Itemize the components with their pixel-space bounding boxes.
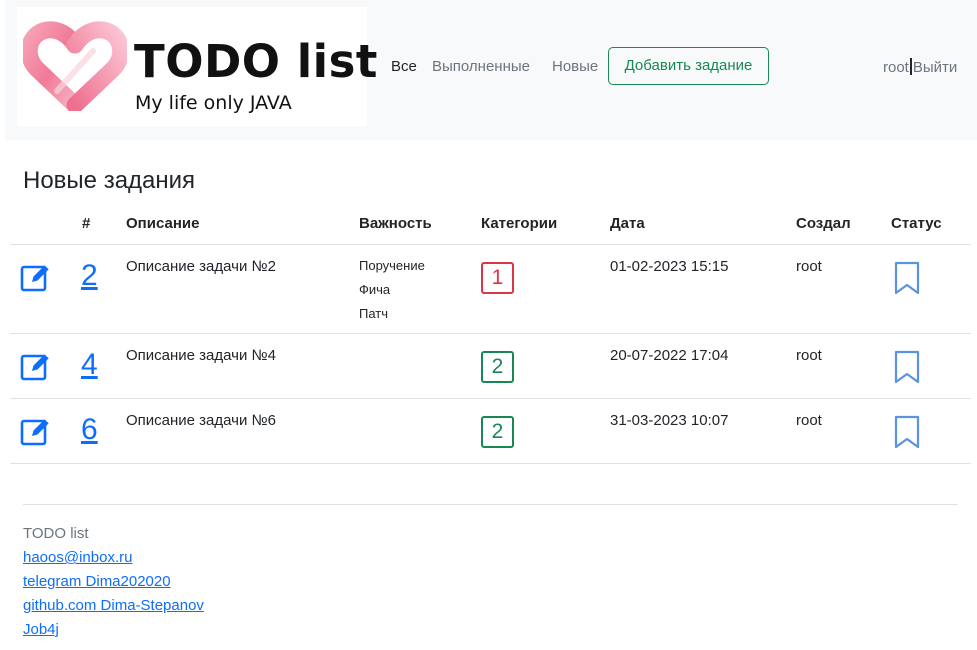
col-header-status: Статус — [891, 215, 942, 232]
category-badge: 2 — [481, 416, 514, 448]
footer-divider — [23, 504, 958, 505]
task-creator: root — [796, 412, 822, 429]
priority-item: Фича — [359, 282, 391, 297]
navbar: TODO list My life only JAVA Все Выполнен… — [5, 0, 977, 140]
col-header-date: Дата — [610, 215, 645, 232]
col-header-priority: Важность — [359, 215, 432, 232]
priority-item: Поручение — [359, 258, 425, 273]
brand-logo[interactable]: TODO list My life only JAVA — [17, 7, 377, 126]
user-area: root Выйти — [883, 58, 957, 76]
user-separator — [909, 58, 912, 75]
category-badge: 1 — [481, 262, 514, 294]
task-date: 01-02-2023 15:15 — [610, 258, 729, 275]
task-creator: root — [796, 258, 822, 275]
task-id-link[interactable]: 6 — [81, 413, 98, 447]
add-task-button[interactable]: Добавить задание — [608, 47, 769, 85]
footer-telegram-link[interactable]: telegram Dima202020 — [23, 573, 171, 590]
col-header-categories: Категории — [481, 215, 558, 232]
edit-icon[interactable] — [19, 350, 51, 382]
bookmark-icon[interactable] — [893, 261, 921, 295]
footer-job4j-link[interactable]: Job4j — [23, 621, 59, 638]
task-description: Описание задачи №2 — [126, 258, 276, 275]
heart-logo-icon — [23, 21, 127, 111]
logout-link[interactable]: Выйти — [913, 59, 957, 76]
task-description: Описание задачи №4 — [126, 347, 276, 364]
task-description: Описание задачи №6 — [126, 412, 276, 429]
bookmark-icon[interactable] — [893, 350, 921, 384]
edit-icon[interactable] — [19, 415, 51, 447]
table-row: 4 Описание задачи №4 2 20-07-2022 17:04 … — [0, 334, 977, 398]
page-title: Новые задания — [23, 167, 196, 194]
task-priorities: Поручение Фича Патч — [359, 254, 425, 326]
bookmark-icon[interactable] — [893, 415, 921, 449]
username-link[interactable]: root — [883, 59, 909, 76]
col-header-description: Описание — [126, 215, 200, 232]
footer-email-link[interactable]: haoos@inbox.ru — [23, 549, 132, 566]
nav-all-link[interactable]: Все — [391, 58, 417, 75]
task-date: 20-07-2022 17:04 — [610, 347, 729, 364]
priority-item: Патч — [359, 306, 389, 321]
edit-icon[interactable] — [19, 261, 51, 293]
task-id-link[interactable]: 4 — [81, 348, 98, 382]
brand-title: TODO list — [134, 35, 378, 88]
task-id-link[interactable]: 2 — [81, 259, 98, 293]
nav-done-link[interactable]: Выполненные — [432, 58, 530, 75]
col-header-creator: Создал — [796, 215, 851, 232]
footer-github-link[interactable]: github.com Dima-Stepanov — [23, 597, 204, 614]
task-date: 31-03-2023 10:07 — [610, 412, 729, 429]
nav-new-link[interactable]: Новые — [552, 58, 598, 75]
task-creator: root — [796, 347, 822, 364]
col-header-id: # — [82, 215, 91, 232]
table-row: 2 Описание задачи №2 Поручение Фича Патч… — [0, 245, 977, 333]
footer-title: TODO list — [23, 525, 89, 542]
category-badge: 2 — [481, 351, 514, 383]
table-divider — [10, 463, 971, 464]
table-row: 6 Описание задачи №6 2 31-03-2023 10:07 … — [0, 399, 977, 463]
brand-subtitle: My life only JAVA — [135, 92, 292, 114]
